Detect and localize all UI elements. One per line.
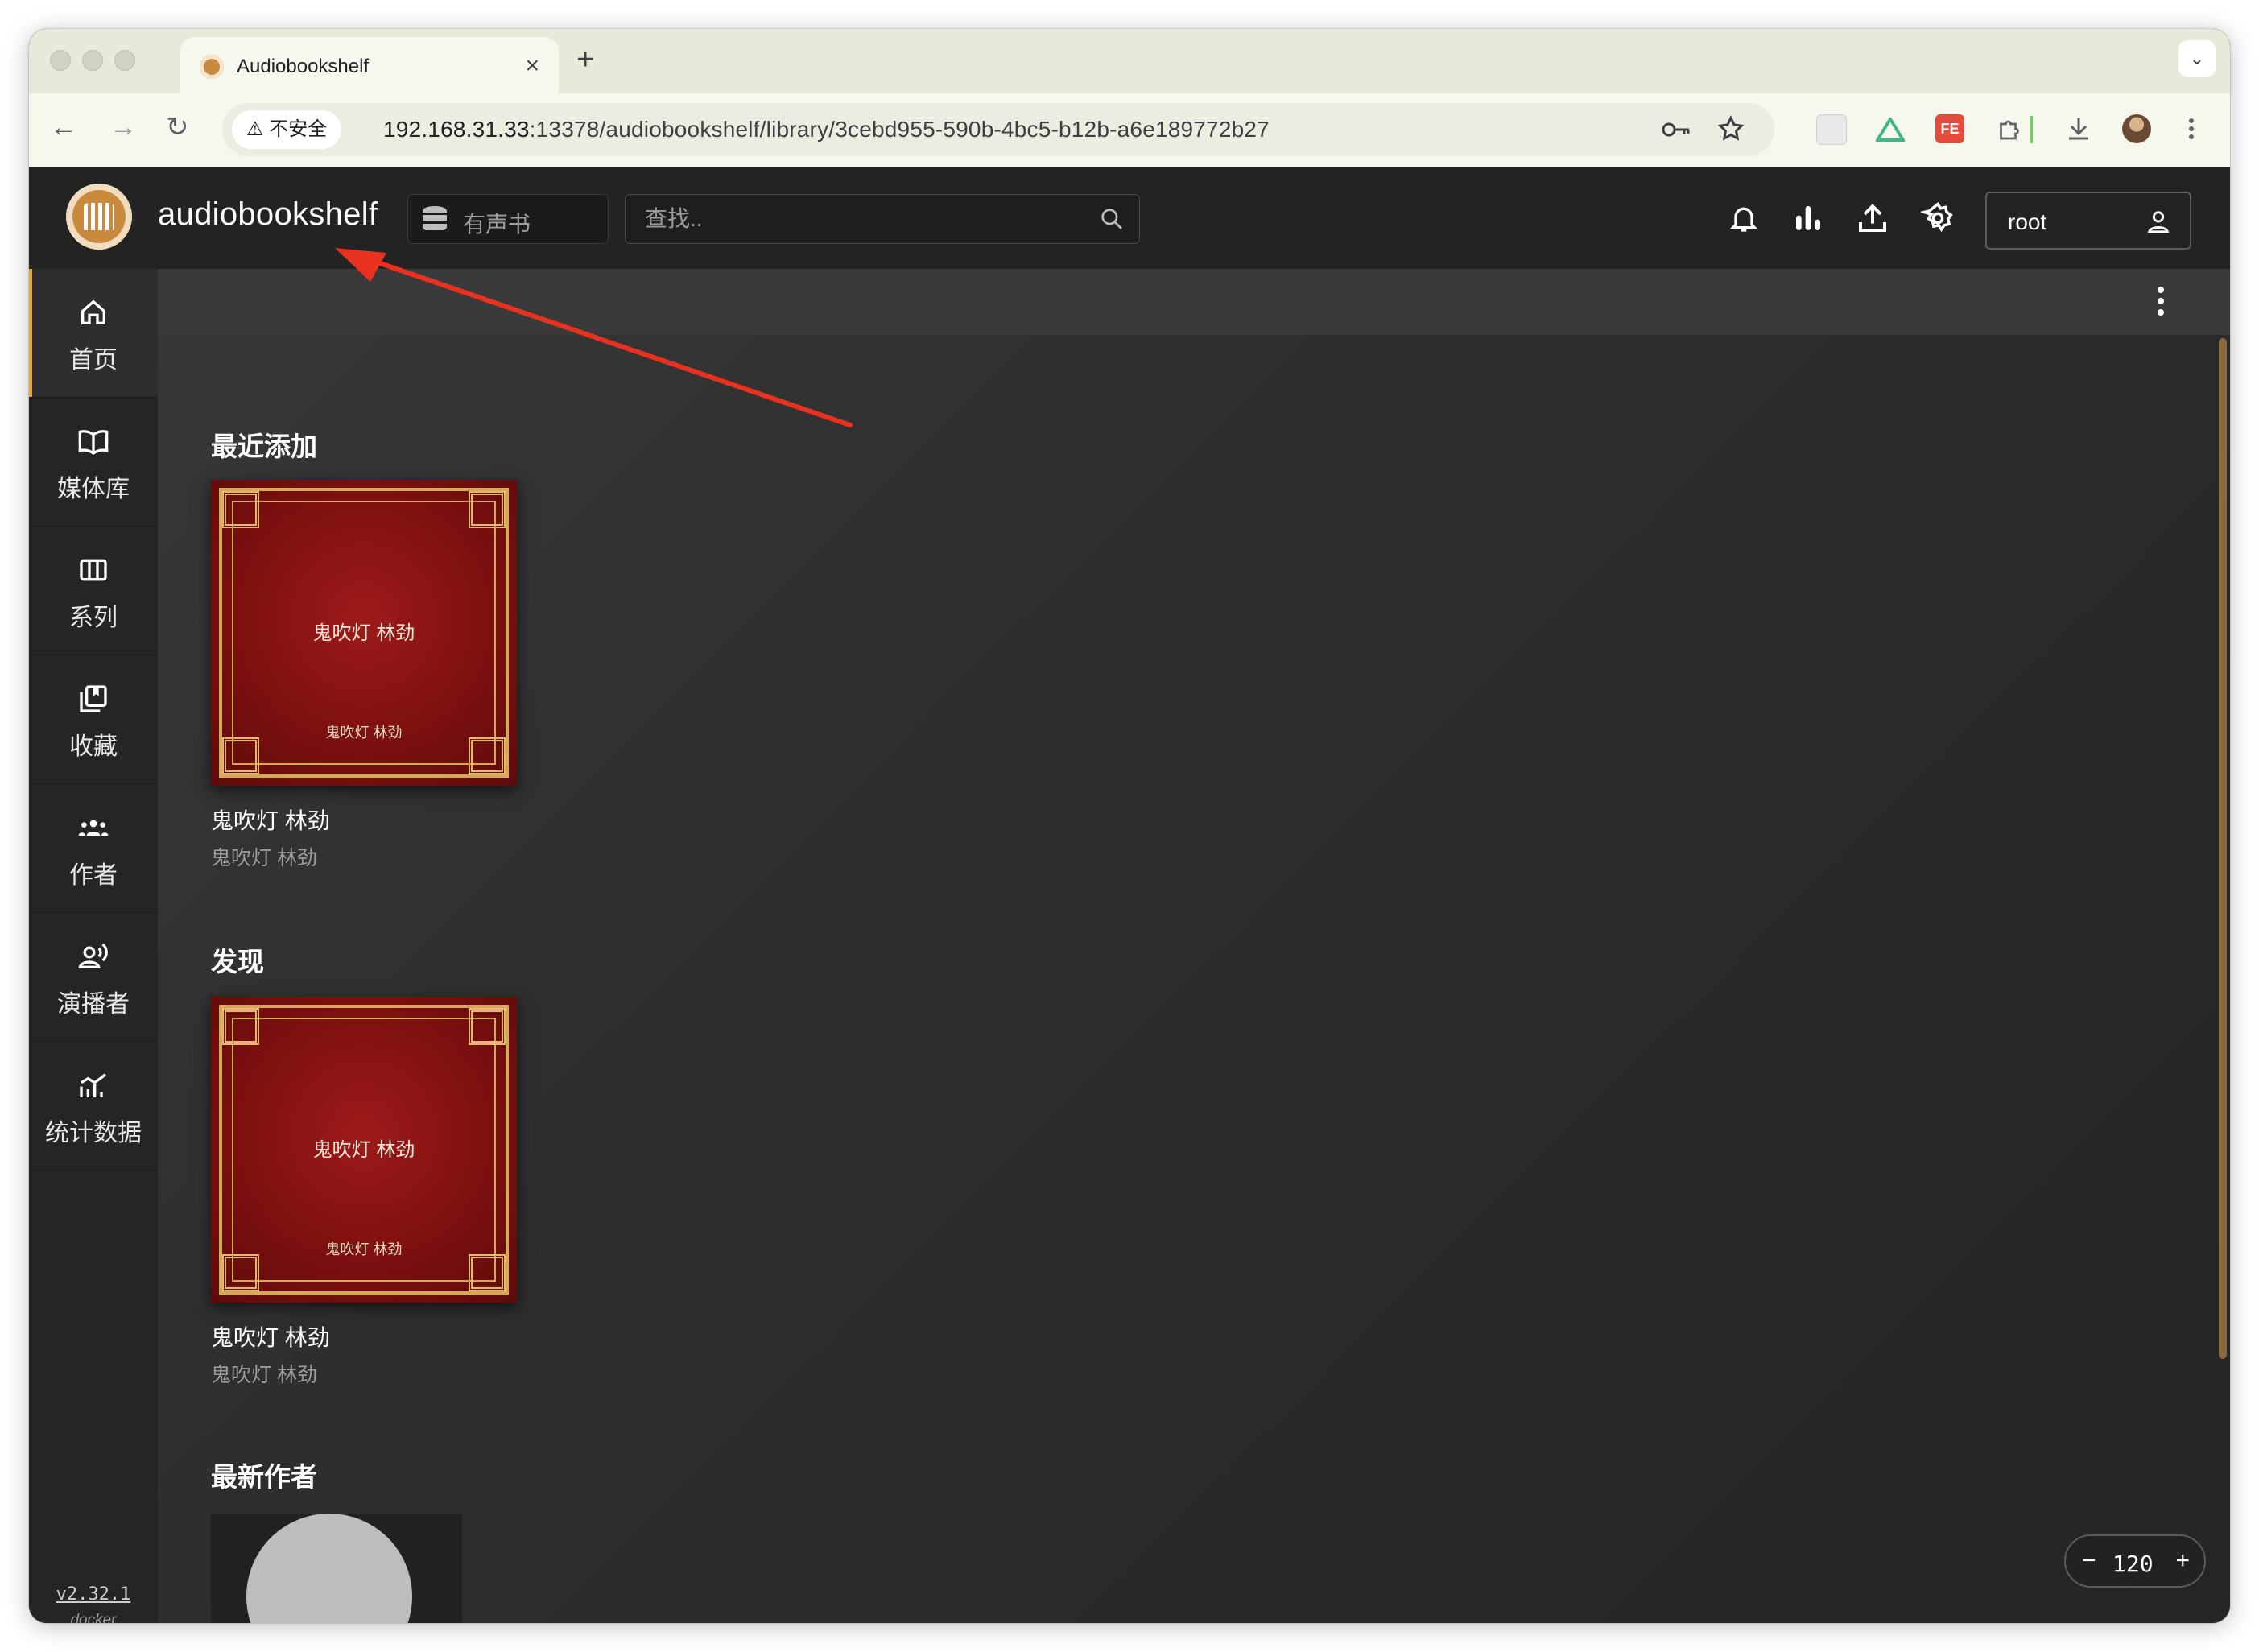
browser-window: Audiobookshelf × + ⌄ ← → ↻ ⚠ 不安全 192.168… [29,29,2230,1623]
annotation-arrow [335,248,853,427]
